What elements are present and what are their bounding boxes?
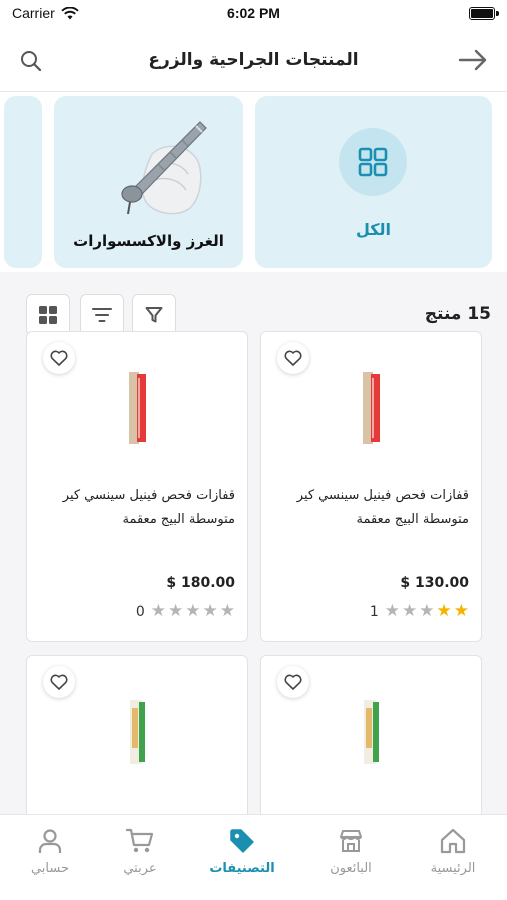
home-icon xyxy=(440,828,466,854)
category-all[interactable]: الكل xyxy=(255,96,492,268)
sort-icon xyxy=(92,308,112,322)
nav-account-label: حسابي xyxy=(30,861,70,876)
star-icon: ★ xyxy=(453,601,469,621)
tag-icon xyxy=(230,829,254,853)
product-name: قفازات فحص فينيل سينسي كير متوسطة البيج … xyxy=(62,488,235,527)
page-title: المنتجات الجراحية والزرع xyxy=(148,50,359,70)
sort-button[interactable] xyxy=(80,294,124,336)
store-icon xyxy=(340,830,362,852)
rating-count: 1 xyxy=(369,603,379,620)
product-image xyxy=(364,700,379,764)
product-toolbar: 15 منتج xyxy=(0,286,507,336)
status-bar: Carrier 6:02 PM xyxy=(0,0,507,28)
nav-cart-label: عربتي xyxy=(123,861,157,876)
product-count: 15 منتج xyxy=(424,304,491,324)
battery-tip xyxy=(496,11,499,16)
category-all-circle xyxy=(339,128,407,196)
product-rating: 0 ★ ★ ★ ★ ★ xyxy=(136,603,235,620)
filter-button[interactable] xyxy=(132,294,176,336)
category-next-peek[interactable] xyxy=(4,96,42,268)
heart-icon xyxy=(50,674,68,690)
category-sutures-accessories[interactable]: الغرز والاكسسوارات xyxy=(54,96,243,268)
nav-vendors[interactable]: البائعون xyxy=(301,827,401,876)
favorite-button[interactable] xyxy=(43,666,75,698)
nav-categories[interactable]: التصنيفات xyxy=(192,827,292,876)
product-image xyxy=(363,372,380,444)
star-icon: ★ xyxy=(436,601,452,621)
back-arrow-icon[interactable] xyxy=(457,46,489,74)
nav-home-label: الرئيسية xyxy=(430,861,476,876)
cart-icon xyxy=(125,828,154,853)
star-icon: ★ xyxy=(202,601,218,621)
favorite-button[interactable] xyxy=(43,342,75,374)
star-icon: ★ xyxy=(402,601,418,621)
product-image xyxy=(130,700,145,764)
star-icon: ★ xyxy=(185,601,201,621)
user-icon xyxy=(38,829,62,853)
product-card[interactable]: قفازات فحص فينيل سينسي كير متوسطة البيج … xyxy=(260,331,482,642)
nav-home[interactable]: الرئيسية xyxy=(403,827,503,876)
nav-categories-label: التصنيفات xyxy=(209,861,275,876)
status-time: 6:02 PM xyxy=(227,5,280,21)
heart-icon xyxy=(284,674,302,690)
heart-icon xyxy=(50,350,68,366)
nav-account[interactable]: حسابي xyxy=(0,827,100,876)
grid-view-icon xyxy=(39,306,57,324)
favorite-button[interactable] xyxy=(277,342,309,374)
star-icon: ★ xyxy=(150,601,166,621)
rating-count: 0 xyxy=(135,603,145,620)
nav-vendors-label: البائعون xyxy=(330,861,372,876)
category-sutures-accessories-label: الغرز والاكسسوارات xyxy=(73,232,224,250)
product-price: $ 180.00 xyxy=(166,575,235,591)
product-image xyxy=(129,372,146,444)
star-icon: ★ xyxy=(168,601,184,621)
bottom-navigation: الرئيسية البائعون التصنيفات عربتي حسابي xyxy=(0,814,507,900)
star-icon: ★ xyxy=(419,601,435,621)
product-price: $ 130.00 xyxy=(400,575,469,591)
header: المنتجات الجراحية والزرع xyxy=(0,28,507,92)
product-rating: 1 ★ ★ ★ ★ ★ xyxy=(370,603,469,620)
product-card[interactable]: قفازات فحص فينيل سينسي كير متوسطة البيج … xyxy=(26,331,248,642)
grid-icon xyxy=(358,147,388,177)
grid-view-button[interactable] xyxy=(26,294,70,336)
category-all-label: الكل xyxy=(355,220,392,239)
category-carousel[interactable]: الكل الغرز والاكسسوارات xyxy=(0,92,507,272)
star-icon: ★ xyxy=(219,601,235,621)
heart-icon xyxy=(284,350,302,366)
product-name: قفازات فحص فينيل سينسي كير متوسطة البيج … xyxy=(296,488,469,527)
battery-icon xyxy=(469,7,495,20)
nav-cart[interactable]: عربتي xyxy=(90,827,190,876)
star-icon: ★ xyxy=(384,601,400,621)
favorite-button[interactable] xyxy=(277,666,309,698)
filter-icon xyxy=(145,307,163,323)
handpiece-image xyxy=(121,121,207,215)
